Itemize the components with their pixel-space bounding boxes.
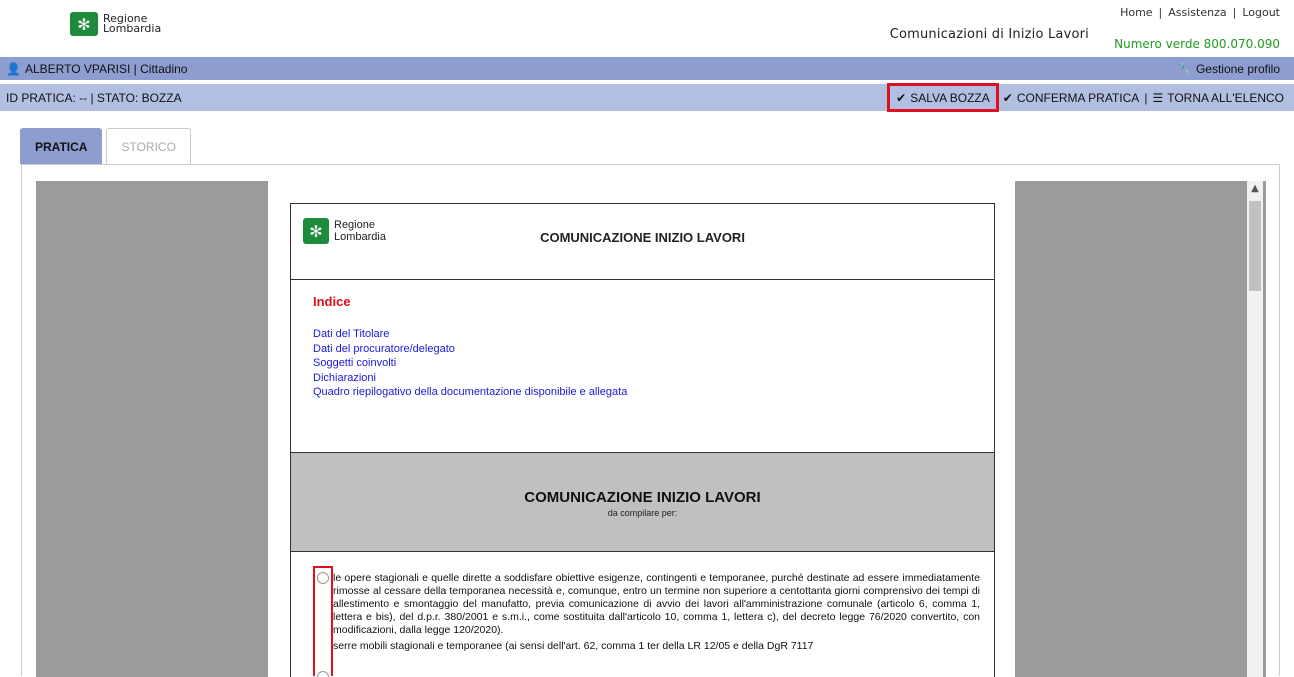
- user-label: ALBERTO VPARISI | Cittadino: [24, 61, 188, 76]
- conferma-pratica-label: CONFERMA PRATICA: [1016, 90, 1140, 105]
- option-text-1: le opere stagionali e quelle dirette a s…: [333, 572, 980, 636]
- torna-elenco-label: TORNA ALL'ELENCO: [1167, 90, 1284, 105]
- app-title: Comunicazioni di Inizio Lavori: [889, 27, 1089, 42]
- index-link-procuratore[interactable]: Dati del procuratore/delegato: [313, 342, 972, 357]
- index-link-dichiarazioni[interactable]: Dichiarazioni: [313, 371, 972, 386]
- index-link-titolare[interactable]: Dati del Titolare: [313, 327, 972, 342]
- header: ✻ Regione Lombardia Home | Assistenza | Logo…: [0, 0, 1294, 56]
- check-circle-icon: ✔: [896, 90, 907, 105]
- list-icon: ☰: [1152, 90, 1164, 105]
- section-subtitle: da compilare per:: [607, 508, 678, 518]
- document-viewer: ✻ Regione Lombardia COMUNICAZIONE INIZIO…: [36, 181, 1266, 677]
- options-list: le opere stagionali e quelle dirette a s…: [291, 552, 994, 677]
- document-title: COMUNICAZIONE INIZIO LAVORI: [540, 230, 745, 245]
- option-text-2: serre mobili stagionali e temporanee (ai…: [333, 640, 814, 652]
- assistenza-link[interactable]: Assistenza: [1168, 6, 1226, 19]
- link-separator: |: [1232, 6, 1237, 19]
- check-icon: ✔: [1002, 90, 1013, 105]
- user-bar: 👤 ALBERTO VPARISI | Cittadino 🔧 Gestione…: [0, 57, 1294, 80]
- content-panel: ✻ Regione Lombardia COMUNICAZIONE INIZIO…: [21, 164, 1280, 677]
- link-separator: |: [1158, 6, 1163, 19]
- index-section: Indice Dati del Titolare Dati del procur…: [291, 280, 994, 453]
- action-separator: |: [1144, 90, 1148, 105]
- tab-pratica[interactable]: PRATICA: [20, 128, 103, 164]
- conferma-pratica-button[interactable]: ✔ CONFERMA PRATICA: [1003, 91, 1140, 105]
- tab-bar: PRATICA STORICO: [20, 128, 191, 164]
- logo-icon: ✻: [70, 12, 98, 36]
- torna-elenco-button[interactable]: ☰ TORNA ALL'ELENCO: [1152, 91, 1284, 105]
- top-links: Home | Assistenza | Logout: [1120, 6, 1280, 19]
- pratica-info: ID PRATICA: -- | STATO: BOZZA: [6, 90, 182, 105]
- gestione-profilo-label: Gestione profilo: [1195, 61, 1280, 76]
- tab-storico[interactable]: STORICO: [106, 128, 191, 164]
- scrollbar[interactable]: ▲: [1247, 181, 1263, 677]
- salva-bozza-button[interactable]: ✔ SALVA BOZZA: [887, 83, 999, 112]
- numero-verde: Numero verde 800.070.090: [1114, 37, 1280, 51]
- index-link-quadro[interactable]: Quadro riepilogativo della documentazion…: [313, 385, 972, 400]
- section-title: COMUNICAZIONE INIZIO LAVORI: [524, 489, 761, 506]
- gestione-profilo-link[interactable]: 🔧 Gestione profilo: [1177, 62, 1280, 76]
- scroll-thumb[interactable]: [1249, 201, 1261, 291]
- status-bar: ID PRATICA: -- | STATO: BOZZA ✔ SALVA BO…: [0, 83, 1294, 112]
- regione-lombardia-logo[interactable]: ✻ Regione Lombardia: [70, 12, 161, 36]
- option-radio-1[interactable]: [317, 572, 329, 584]
- document-page: ✻ Regione Lombardia COMUNICAZIONE INIZIO…: [268, 181, 1015, 677]
- document-form: ✻ Regione Lombardia COMUNICAZIONE INIZIO…: [290, 203, 995, 677]
- logo-text: Regione Lombardia: [103, 13, 162, 35]
- scroll-up-icon[interactable]: ▲: [1247, 181, 1263, 197]
- wrench-icon: 🔧: [1177, 61, 1192, 76]
- salva-bozza-label: SALVA BOZZA: [910, 90, 990, 105]
- index-link-soggetti[interactable]: Soggetti coinvolti: [313, 356, 972, 371]
- option-radio-2[interactable]: [317, 671, 329, 677]
- section-header: COMUNICAZIONE INIZIO LAVORI da compilare…: [291, 453, 994, 552]
- toolbar-actions: ✔ SALVA BOZZA ✔ CONFERMA PRATICA | ☰ TOR…: [887, 83, 1284, 112]
- home-link[interactable]: Home: [1120, 6, 1152, 19]
- document-header: ✻ Regione Lombardia COMUNICAZIONE INIZIO…: [291, 204, 994, 280]
- logout-link[interactable]: Logout: [1242, 6, 1280, 19]
- logo-line2: Lombardia: [103, 22, 162, 35]
- user-icon: 👤: [6, 61, 21, 76]
- index-title: Indice: [313, 294, 351, 309]
